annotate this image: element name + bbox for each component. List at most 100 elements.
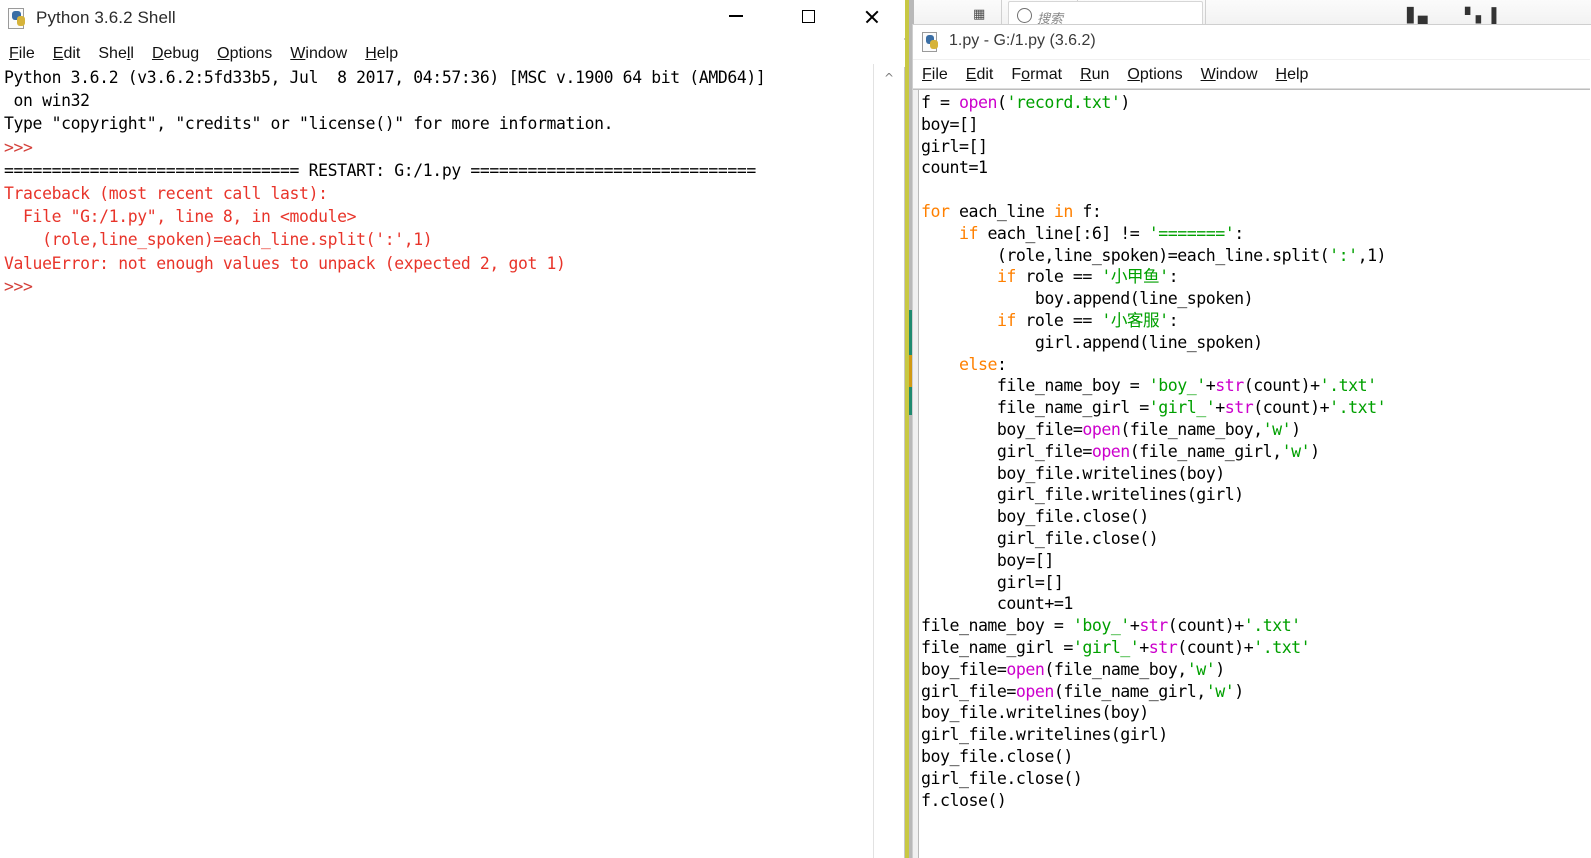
code-line: file_name_girl ='girl_'+str(count)+'.txt… xyxy=(921,637,1586,659)
code-line: boy.append(line_spoken) xyxy=(921,288,1586,310)
code-token: girl=[] xyxy=(921,572,1064,592)
menu-options[interactable]: Options xyxy=(208,45,281,63)
code-token: + xyxy=(1129,616,1140,636)
code-token: 'record.txt' xyxy=(1006,93,1121,112)
calculator-icon[interactable]: ▦ xyxy=(973,8,985,22)
code-line: boy_file.close() xyxy=(921,746,1586,768)
maximize-button[interactable] xyxy=(785,0,831,32)
code-token: ) xyxy=(1215,659,1225,679)
code-token: str xyxy=(1215,376,1244,396)
menu-shell[interactable]: Shell xyxy=(89,45,143,63)
code-line: file_name_boy = 'boy_'+str(count)+'.txt' xyxy=(921,375,1586,397)
shell-menubar: File Edit Shell Debug Options Window Hel… xyxy=(0,40,905,67)
code-token: str xyxy=(1139,616,1168,636)
code-token: girl_file= xyxy=(921,441,1092,461)
close-button[interactable] xyxy=(848,0,894,32)
code-token: ) xyxy=(1234,681,1244,701)
minimize-icon xyxy=(729,15,743,17)
code-token: open xyxy=(958,93,997,112)
menu-file[interactable]: File xyxy=(0,45,44,63)
code-line: girl=[] xyxy=(921,572,1586,594)
code-token: ( xyxy=(996,93,1007,112)
menu-options[interactable]: Options xyxy=(1118,66,1191,84)
code-token: open xyxy=(1006,659,1045,679)
chevron-up-icon[interactable]: ^ xyxy=(874,64,904,92)
menu-window[interactable]: Window xyxy=(281,45,356,63)
menu-edit[interactable]: Edit xyxy=(44,45,90,63)
python-icon xyxy=(922,32,942,52)
code-token: ':' xyxy=(1329,245,1358,265)
code-line: girl_file=open(file_name_girl,'w') xyxy=(921,681,1586,703)
code-token: : xyxy=(1168,267,1179,287)
code-token: '.txt' xyxy=(1253,637,1311,657)
code-token: file_name_boy = xyxy=(921,376,1149,396)
code-token: count+=1 xyxy=(921,594,1073,614)
shell-titlebar[interactable]: Python 3.6.2 Shell xyxy=(0,0,905,38)
chart-icon[interactable]: ▋▄ xyxy=(1407,7,1428,24)
shell-output-line: on win32 xyxy=(4,91,91,111)
code-line: boy=[] xyxy=(921,114,1586,136)
code-token: girl_file.close() xyxy=(921,768,1083,788)
menu-run[interactable]: Run xyxy=(1071,66,1118,84)
search-icon xyxy=(1017,8,1032,23)
code-token: : xyxy=(1168,310,1179,330)
code-token: str xyxy=(1224,398,1254,418)
code-line: boy=[] xyxy=(921,550,1586,572)
code-token: if xyxy=(996,310,1016,330)
code-token: if xyxy=(996,267,1016,287)
menu-edit[interactable]: Edit xyxy=(957,66,1003,84)
code-token: 'girl_' xyxy=(1148,398,1216,418)
code-token: (count)+ xyxy=(1167,616,1244,636)
code-token: girl_file= xyxy=(921,681,1016,701)
code-token: each_line[:6] != xyxy=(977,223,1149,243)
code-token: else xyxy=(958,354,997,374)
code-token: str xyxy=(1148,637,1178,657)
menu-help[interactable]: Help xyxy=(1267,66,1318,84)
code-line: girl_file.writelines(girl) xyxy=(921,484,1586,506)
shell-output-line: Traceback (most recent call last): xyxy=(4,184,328,204)
menu-window[interactable]: Window xyxy=(1192,66,1267,84)
shell-scrollbar[interactable]: ^ xyxy=(873,64,904,858)
code-token: (file_name_girl, xyxy=(1053,681,1206,701)
code-line: boy_file=open(file_name_boy,'w') xyxy=(921,659,1586,681)
code-token: (file_name_girl, xyxy=(1129,441,1282,461)
code-token: ,1) xyxy=(1357,245,1387,265)
menu-help[interactable]: Help xyxy=(356,45,407,63)
code-token: (count)+ xyxy=(1177,637,1254,657)
code-text[interactable]: f = open('record.txt') boy=[] girl=[] count… xyxy=(921,92,1586,858)
shell-output-line: =============================== RESTART:… xyxy=(4,160,756,180)
code-token: (role,line_spoken)=each_line.split( xyxy=(921,245,1330,265)
code-token: boy_file.close() xyxy=(921,746,1073,766)
code-token: in xyxy=(1053,201,1073,221)
code-token: (file_name_boy, xyxy=(1120,419,1263,439)
code-token: ) xyxy=(1120,93,1130,112)
code-token: ) xyxy=(1310,441,1320,461)
menu-format[interactable]: Format xyxy=(1002,66,1071,84)
shell-output-line: File "G:/1.py", line 8, in <module> xyxy=(4,207,357,227)
shell-output-line: Type "copyright", "credits" or "license(… xyxy=(4,114,614,134)
menu-file[interactable]: File xyxy=(913,66,957,84)
editor-code-area[interactable]: f = open('record.txt') boy=[] girl=[] count… xyxy=(913,89,1590,858)
minimize-button[interactable] xyxy=(713,0,759,32)
code-token: 'boy_' xyxy=(1148,376,1206,396)
code-token: boy_file= xyxy=(921,419,1083,439)
python-shell-window[interactable]: Python 3.6.2 Shell File Edit Shell Debug… xyxy=(0,0,905,858)
code-token: for xyxy=(921,201,950,221)
bars-icon[interactable]: ▘▖▐ xyxy=(1465,7,1496,24)
code-token: 'boy_' xyxy=(1072,616,1130,636)
code-line: if role == '小甲鱼': xyxy=(921,266,1586,288)
editor-titlebar[interactable]: 1.py - G:/1.py (3.6.2) xyxy=(913,25,1590,60)
idle-editor-window[interactable]: 1.py - G:/1.py (3.6.2) File Edit Format … xyxy=(912,24,1591,858)
menu-debug[interactable]: Debug xyxy=(143,45,208,63)
code-token: open xyxy=(1082,419,1121,439)
code-token: (file_name_boy, xyxy=(1044,659,1187,679)
shell-output-area[interactable]: Python 3.6.2 (v3.6.2:5fd33b5, Jul 8 2017… xyxy=(4,66,874,852)
maximize-icon xyxy=(801,9,815,23)
code-line: f.close() xyxy=(921,790,1586,812)
code-line: f = open('record.txt') xyxy=(921,92,1586,114)
shell-output-line: ValueError: not enough values to unpack … xyxy=(4,253,566,273)
code-token: f.close() xyxy=(921,790,1007,810)
code-token: open xyxy=(1015,681,1054,701)
